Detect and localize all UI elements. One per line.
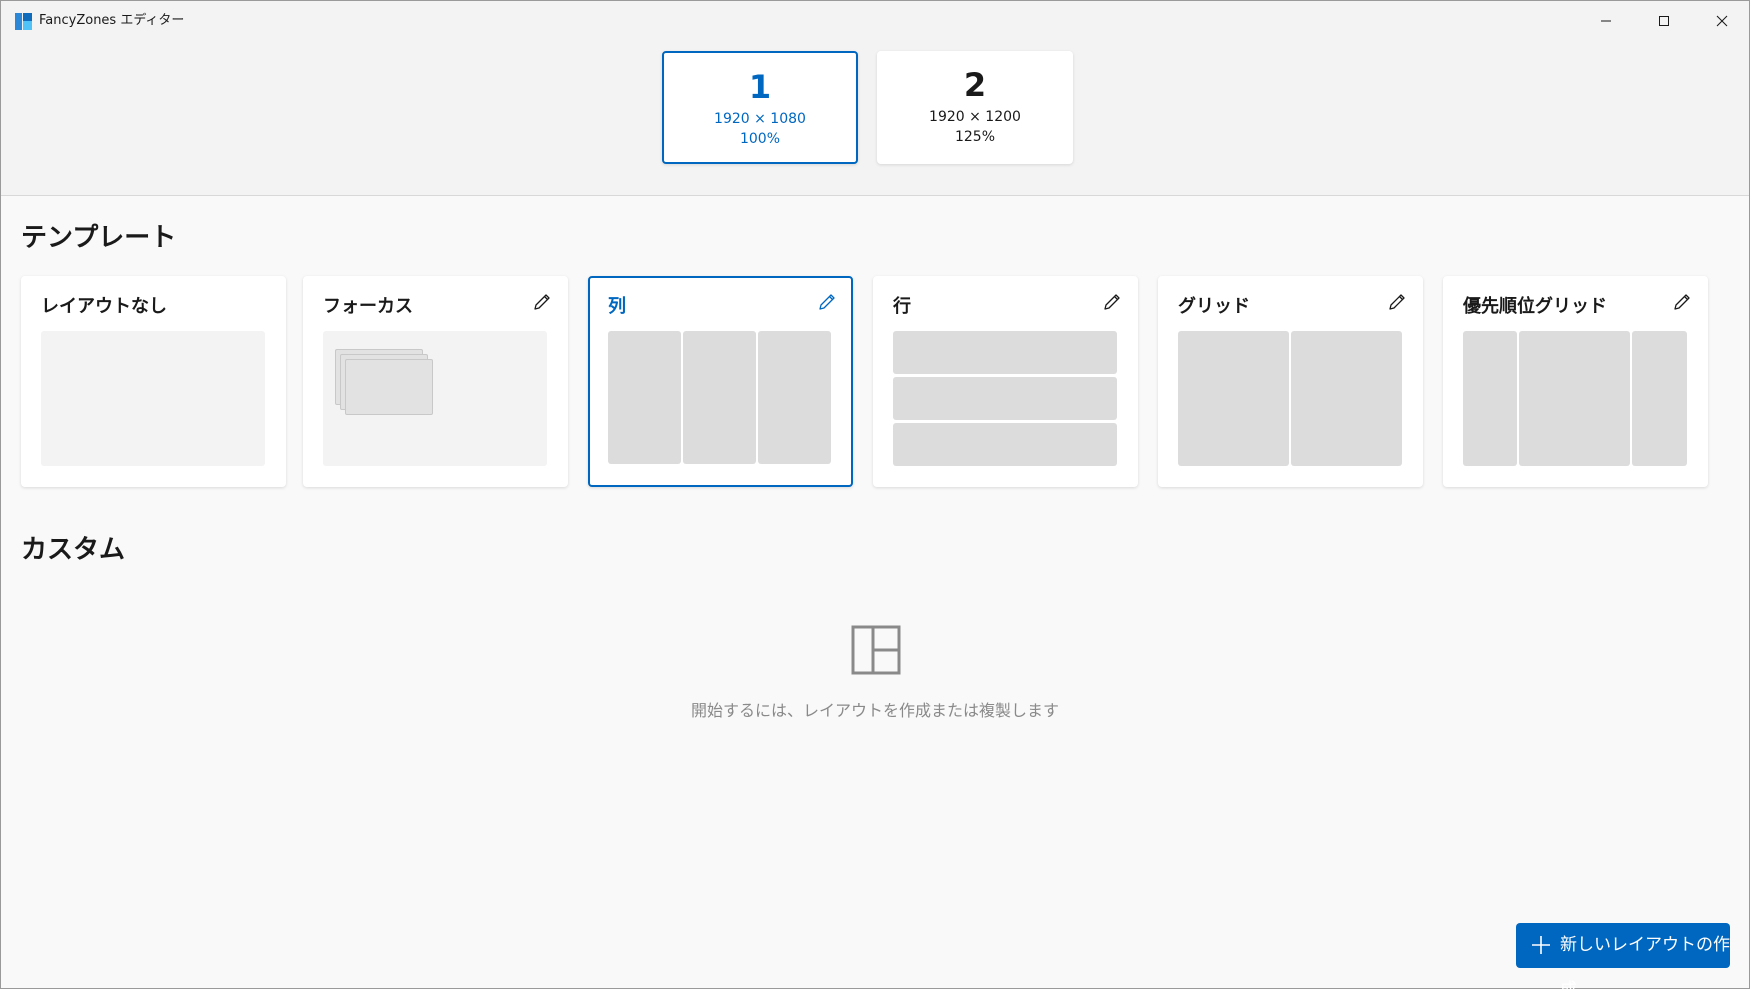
monitor-scale: 100% [739, 131, 781, 147]
template-card-rows[interactable]: 行 [873, 276, 1138, 487]
edit-pencil-icon[interactable] [1670, 290, 1694, 314]
close-icon [1716, 15, 1728, 27]
zone [683, 331, 756, 464]
template-card-columns[interactable]: 列 [588, 276, 853, 487]
custom-heading: カスタム [21, 535, 126, 565]
layout-preview [608, 331, 832, 466]
layout-grid-icon [851, 625, 901, 675]
monitor-number: 1 [748, 68, 772, 106]
template-card-grid[interactable]: グリッド [1158, 276, 1423, 487]
button-label: 新しいレイアウトの作成 [1560, 935, 1730, 989]
zone [345, 359, 433, 415]
card-title: 列 [608, 296, 626, 317]
monitor-number: 2 [963, 66, 987, 104]
edit-pencil-icon[interactable] [1385, 290, 1409, 314]
edit-pencil-icon[interactable] [815, 290, 839, 314]
monitor-card-2[interactable]: 2 1920 × 1200 125% [877, 51, 1073, 164]
minimize-icon [1601, 20, 1611, 22]
template-card-no-layout[interactable]: レイアウトなし [21, 276, 286, 487]
zone [608, 331, 681, 464]
card-title: グリッド [1178, 296, 1250, 317]
zone [893, 331, 1117, 374]
monitor-scale: 125% [954, 129, 996, 145]
card-title: フォーカス [323, 296, 413, 317]
layout-preview [41, 331, 265, 466]
layout-preview [893, 331, 1117, 466]
maximize-icon [1659, 16, 1669, 26]
window-title: FancyZones エディター [39, 13, 185, 28]
zone [893, 423, 1117, 466]
edit-pencil-icon[interactable] [1100, 290, 1124, 314]
zone [1178, 331, 1289, 466]
zone [1519, 331, 1630, 466]
fancyzones-app-icon [15, 13, 32, 30]
card-title: 行 [893, 296, 911, 317]
empty-state-message: 開始するには、レイアウトを作成または複製します [690, 701, 1059, 720]
plus-icon [1532, 936, 1550, 954]
zone [758, 331, 831, 464]
minimize-button[interactable] [1577, 1, 1635, 41]
monitor-card-1[interactable]: 1 1920 × 1080 100% [662, 51, 858, 164]
close-button[interactable] [1693, 1, 1750, 41]
monitor-resolution: 1920 × 1200 [929, 109, 1021, 125]
edit-pencil-icon[interactable] [530, 290, 554, 314]
monitor-selector: 1 1920 × 1080 100% 2 1920 × 1200 125% [1, 41, 1749, 196]
create-new-layout-button[interactable]: 新しいレイアウトの作成 [1516, 923, 1730, 989]
monitor-resolution: 1920 × 1080 [714, 111, 806, 127]
zone [893, 377, 1117, 420]
card-title: 優先順位グリッド [1463, 296, 1607, 317]
title-bar: FancyZones エディター [1, 1, 1749, 41]
zone [1463, 331, 1517, 466]
template-card-focus[interactable]: フォーカス [303, 276, 568, 487]
zone [1291, 331, 1402, 466]
zone [1632, 331, 1687, 466]
card-title: レイアウトなし [41, 296, 167, 317]
template-card-priority-grid[interactable]: 優先順位グリッド [1443, 276, 1708, 487]
maximize-button[interactable] [1635, 1, 1693, 41]
layout-preview [1463, 331, 1687, 466]
layout-preview [1178, 331, 1402, 466]
layout-preview [323, 331, 547, 466]
templates-heading: テンプレート [21, 223, 177, 253]
